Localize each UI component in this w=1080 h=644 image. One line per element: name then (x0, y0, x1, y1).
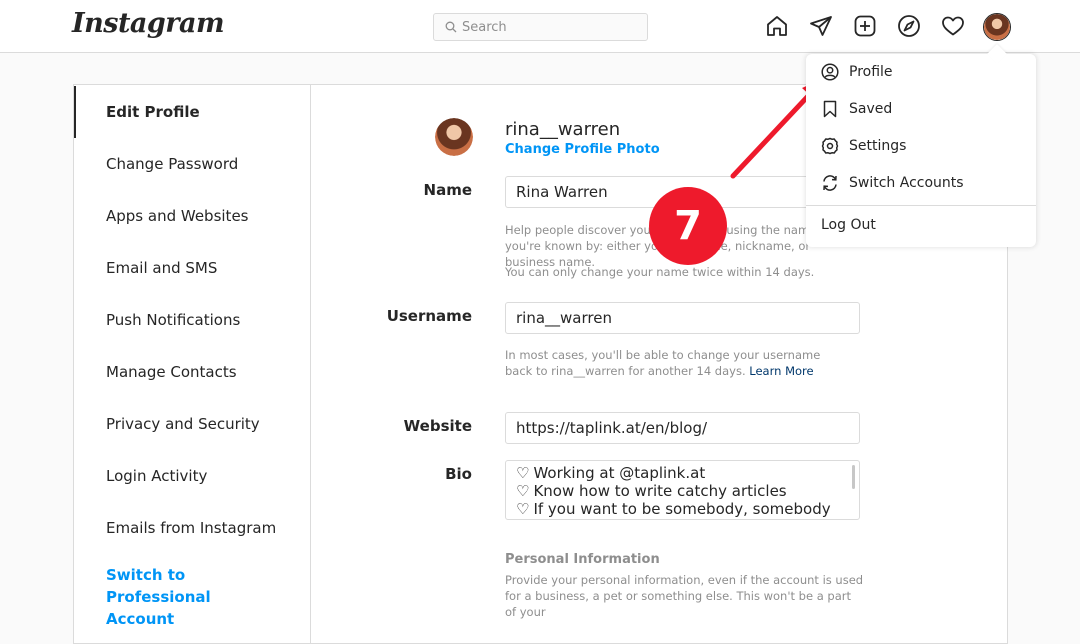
search-icon (445, 21, 457, 33)
new-post-icon[interactable] (853, 14, 877, 38)
profile-username: rina__warren (505, 119, 621, 140)
home-icon[interactable] (765, 14, 789, 38)
sidebar-item-privacy-and-security[interactable]: Privacy and Security (74, 398, 310, 450)
website-field[interactable]: https://taplink.at/en/blog/ (505, 412, 860, 444)
dropdown-item-saved[interactable]: Saved (806, 91, 1036, 128)
bio-line-text: Working at @taplink.at (533, 464, 706, 482)
dropdown-item-label: Profile (849, 64, 893, 80)
bookmark-icon (823, 100, 837, 118)
dropdown-item-log-out[interactable]: Log Out (806, 207, 1036, 244)
sidebar-item-edit-profile[interactable]: Edit Profile (74, 86, 310, 138)
name-label: Name (423, 181, 472, 199)
avatar-image (435, 118, 473, 156)
sidebar-item-push-notifications[interactable]: Push Notifications (74, 294, 310, 346)
sidebar-item-email-and-sms[interactable]: Email and SMS (74, 242, 310, 294)
profile-avatar-button[interactable] (983, 13, 1011, 41)
switch-arrows-icon (823, 175, 837, 191)
bio-line-text: Know how to write catchy articles (533, 482, 787, 500)
learn-more-link[interactable]: Learn More (749, 364, 813, 378)
dropdown-item-label: Settings (849, 138, 907, 154)
bio-line: ♡ Know how to write catchy articles (516, 482, 849, 500)
dropdown-item-label: Switch Accounts (849, 175, 964, 191)
step-number-badge: 7 (649, 187, 727, 265)
personal-information-heading: Personal Information (505, 552, 660, 567)
dropdown-item-switch-accounts[interactable]: Switch Accounts (806, 165, 1036, 202)
instagram-logo[interactable]: Instagram (72, 8, 225, 39)
bio-line: ♡ If you want to be somebody, somebody (516, 500, 849, 518)
bio-line: ♡ Working at @taplink.at (516, 464, 849, 482)
username-field[interactable]: rina__warren (505, 302, 860, 334)
avatar-image (984, 14, 1010, 40)
sidebar-item-login-activity[interactable]: Login Activity (74, 450, 310, 502)
explore-icon[interactable] (897, 14, 921, 38)
dropdown-item-label: Saved (849, 101, 893, 117)
heart-emoji-icon: ♡ (516, 482, 530, 500)
activity-heart-icon[interactable] (941, 14, 965, 38)
bio-label: Bio (445, 465, 472, 483)
dropdown-item-profile[interactable]: Profile (806, 54, 1036, 91)
bio-textarea[interactable]: ♡ Working at @taplink.at ♡ Know how to wri… (505, 460, 860, 520)
heart-emoji-icon: ♡ (516, 464, 530, 482)
user-circle-icon (821, 63, 839, 81)
sidebar-item-apps-and-websites[interactable]: Apps and Websites (74, 190, 310, 242)
settings-sidebar: Edit Profile Change Password Apps and We… (74, 85, 311, 643)
switch-to-professional-link[interactable]: Switch to Professional Account (74, 558, 274, 628)
sidebar-item-emails-from-instagram[interactable]: Emails from Instagram (74, 502, 310, 554)
search-input[interactable] (462, 17, 642, 37)
change-profile-photo-link[interactable]: Change Profile Photo (505, 142, 660, 157)
username-label: Username (386, 307, 472, 325)
bio-line-text: If you want to be somebody, somebody (533, 500, 831, 518)
username-help-text: In most cases, you'll be able to change … (505, 347, 845, 379)
direct-icon[interactable] (809, 14, 833, 38)
personal-information-text: Provide your personal information, even … (505, 573, 864, 619)
dropdown-divider (806, 205, 1036, 206)
top-navigation-bar: Instagram (0, 0, 1080, 53)
bio-scrollbar[interactable] (852, 465, 855, 489)
sidebar-item-change-password[interactable]: Change Password (74, 138, 310, 190)
profile-dropdown-menu: Profile Saved Settings Switch Accounts L… (806, 44, 1036, 247)
gear-icon (821, 137, 839, 155)
profile-photo[interactable] (435, 118, 473, 156)
website-label: Website (403, 417, 472, 435)
search-box[interactable] (433, 13, 648, 41)
sidebar-item-manage-contacts[interactable]: Manage Contacts (74, 346, 310, 398)
dropdown-item-settings[interactable]: Settings (806, 128, 1036, 165)
heart-emoji-icon: ♡ (516, 500, 530, 518)
name-change-limit-text: You can only change your name twice with… (505, 265, 815, 279)
